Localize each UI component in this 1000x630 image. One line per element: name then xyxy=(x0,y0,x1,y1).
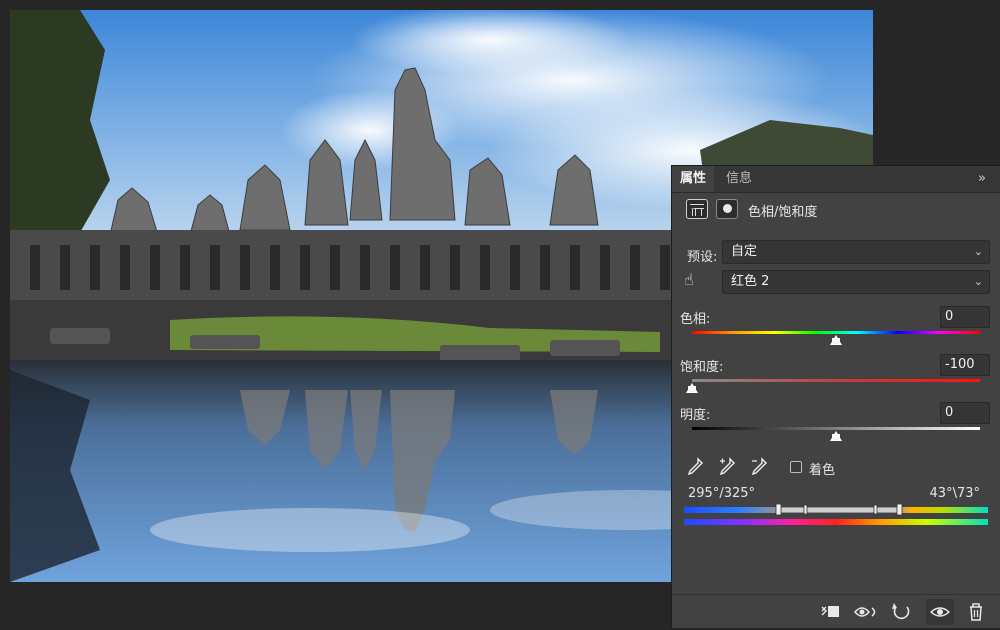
chevron-down-icon: ⌄ xyxy=(973,275,983,288)
lightness-input[interactable]: 0 xyxy=(940,402,990,424)
chevron-down-icon: ⌄ xyxy=(973,245,983,258)
panel-tab-bar: 属性 信息 » xyxy=(672,166,1000,193)
tab-info[interactable]: 信息 xyxy=(718,166,760,192)
visibility-icon[interactable] xyxy=(926,599,954,625)
preset-label: 预设: xyxy=(687,250,718,265)
range-highlight xyxy=(778,508,900,512)
hue-input[interactable]: 0 xyxy=(940,306,990,328)
view-previous-state-icon[interactable] xyxy=(852,599,880,625)
saturation-input[interactable]: -100 xyxy=(940,354,990,376)
range-left-degrees: 295°/325° xyxy=(688,486,756,501)
channel-dropdown[interactable]: 红色 2 ⌄ xyxy=(722,270,990,294)
colorize-label: 着色 xyxy=(809,463,836,478)
clip-to-layer-icon[interactable] xyxy=(818,599,846,625)
hue-saturation-layer-icon[interactable] xyxy=(686,199,708,219)
range-slider-outer-right[interactable] xyxy=(896,504,903,516)
eyedropper-minus-icon[interactable] xyxy=(750,457,768,477)
range-slider-inner-right[interactable] xyxy=(873,504,878,515)
properties-panel: 属性 信息 » 色相/饱和度 预设: 自定 ⌄ ☝ 红色 2 ⌄ 色相: 0 饱… xyxy=(671,165,1000,628)
eyedropper-icon[interactable] xyxy=(686,457,704,477)
reset-icon[interactable] xyxy=(888,599,916,625)
lightness-label: 明度: xyxy=(680,408,711,423)
layer-mask-icon[interactable] xyxy=(716,199,738,219)
saturation-slider-thumb[interactable] xyxy=(686,383,698,393)
delete-icon[interactable] xyxy=(962,599,990,625)
hue-label: 色相: xyxy=(680,312,711,327)
saturation-slider-track[interactable] xyxy=(692,379,980,382)
tab-properties[interactable]: 属性 xyxy=(672,166,715,192)
range-slider-outer-left[interactable] xyxy=(775,504,782,516)
lightness-slider-thumb[interactable] xyxy=(830,431,842,441)
colorize-checkbox[interactable] xyxy=(790,461,802,473)
adjustment-header: 色相/饱和度 xyxy=(672,193,1000,227)
hue-slider-track[interactable] xyxy=(692,331,980,334)
preset-value: 自定 xyxy=(731,244,758,259)
range-slider-inner-left[interactable] xyxy=(803,504,808,515)
color-range-bars[interactable] xyxy=(684,504,988,530)
channel-value: 红色 2 xyxy=(731,274,770,289)
panel-bottom-toolbar xyxy=(672,594,1000,630)
source-spectrum-bar xyxy=(684,519,988,525)
eyedropper-plus-icon[interactable] xyxy=(718,457,736,477)
hand-adjust-icon[interactable]: ☝ xyxy=(684,270,694,289)
hue-slider-thumb[interactable] xyxy=(830,335,842,345)
adjustment-title: 色相/饱和度 xyxy=(748,205,818,220)
saturation-label: 饱和度: xyxy=(680,360,724,375)
collapse-panel-icon[interactable]: » xyxy=(978,166,986,192)
lightness-slider-track[interactable] xyxy=(692,427,980,430)
preset-dropdown[interactable]: 自定 ⌄ xyxy=(722,240,990,264)
range-right-degrees: 43°\73° xyxy=(929,486,980,501)
